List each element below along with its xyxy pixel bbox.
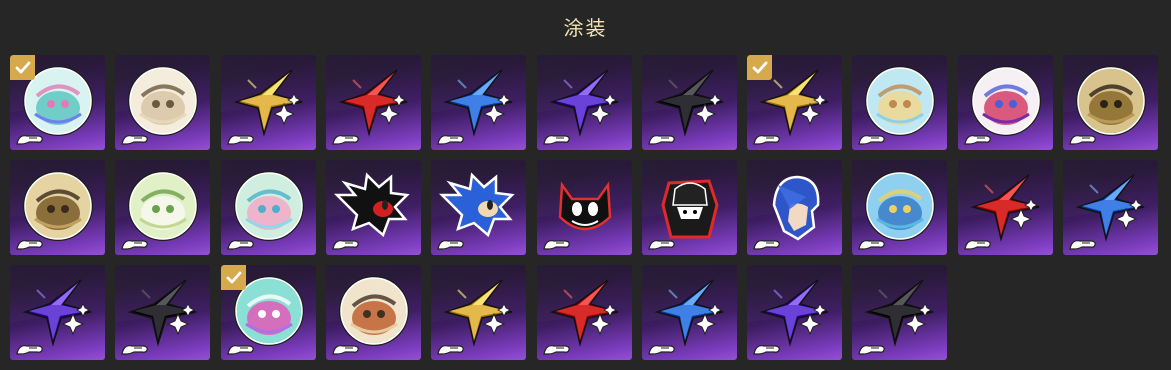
- skin-tile[interactable]: [326, 160, 421, 255]
- star-emblem-icon: [549, 69, 619, 137]
- swipe-gesture-icon: [16, 345, 43, 355]
- skin-tile[interactable]: [852, 265, 947, 360]
- swipe-gesture-icon: [332, 240, 359, 250]
- swipe-gesture-icon: [543, 240, 570, 250]
- skin-grid: [10, 55, 1168, 365]
- star-emblem-icon: [654, 69, 724, 137]
- selected-check-badge: [747, 55, 772, 80]
- swipe-gesture-icon: [437, 345, 464, 355]
- skin-tile[interactable]: [852, 55, 947, 150]
- star-emblem-icon: [864, 279, 934, 347]
- skin-tile[interactable]: [431, 265, 526, 360]
- star-emblem-icon: [654, 279, 724, 347]
- skin-tile[interactable]: [958, 55, 1053, 150]
- swipe-gesture-icon: [858, 345, 885, 355]
- skin-tile[interactable]: [10, 55, 105, 150]
- star-emblem-icon: [759, 279, 829, 347]
- swipe-gesture-icon: [227, 240, 254, 250]
- skin-tile[interactable]: [747, 160, 842, 255]
- skin-tile[interactable]: [115, 265, 210, 360]
- selected-check-badge: [221, 265, 246, 290]
- swipe-gesture-icon: [648, 135, 675, 145]
- swipe-gesture-icon: [964, 135, 991, 145]
- bronze-emblem-badge-icon: [1076, 66, 1146, 136]
- swipe-gesture-icon: [121, 345, 148, 355]
- skin-tile[interactable]: [10, 265, 105, 360]
- glass-eye-badge-icon: [234, 171, 304, 241]
- checkmark-icon: [15, 61, 30, 74]
- checkmark-icon: [752, 61, 767, 74]
- skin-tile[interactable]: [642, 55, 737, 150]
- swipe-gesture-icon: [332, 135, 359, 145]
- skin-tile[interactable]: [1063, 160, 1158, 255]
- swipe-gesture-icon: [332, 345, 359, 355]
- shadow-hedgehog-icon: [333, 172, 410, 238]
- skin-tile[interactable]: [221, 55, 316, 150]
- skin-tile[interactable]: [642, 265, 737, 360]
- blonde-chibi-badge-icon: [865, 66, 935, 136]
- skin-tile[interactable]: [10, 160, 105, 255]
- skin-tile[interactable]: [852, 160, 947, 255]
- masked-thief-icon: [661, 179, 719, 239]
- checkmark-icon: [226, 271, 241, 284]
- swipe-gesture-icon: [16, 135, 43, 145]
- star-emblem-icon: [1075, 174, 1145, 242]
- swipe-gesture-icon: [437, 135, 464, 145]
- swipe-gesture-icon: [121, 240, 148, 250]
- skin-tile[interactable]: [326, 265, 421, 360]
- skin-tile[interactable]: [115, 160, 210, 255]
- skin-tile[interactable]: [221, 160, 316, 255]
- comet-swirl-badge-icon: [971, 66, 1041, 136]
- swipe-gesture-icon: [543, 345, 570, 355]
- selected-check-badge: [10, 55, 35, 80]
- star-emblem-icon: [970, 174, 1040, 242]
- swipe-gesture-icon: [1069, 240, 1096, 250]
- swipe-gesture-icon: [753, 345, 780, 355]
- star-emblem-icon: [338, 69, 408, 137]
- green-white-cat-badge-icon: [128, 171, 198, 241]
- skin-tile[interactable]: [537, 265, 632, 360]
- swipe-gesture-icon: [1069, 135, 1096, 145]
- star-emblem-icon: [22, 279, 92, 347]
- skin-tile[interactable]: [431, 55, 526, 150]
- star-emblem-icon: [127, 279, 197, 347]
- skin-tile[interactable]: [958, 160, 1053, 255]
- swipe-gesture-icon: [121, 135, 148, 145]
- skin-tile[interactable]: [642, 160, 737, 255]
- sky-castle-badge-icon: [865, 171, 935, 241]
- swipe-gesture-icon: [227, 135, 254, 145]
- white-fox-badge-icon: [339, 276, 409, 346]
- skin-tile[interactable]: [537, 160, 632, 255]
- grin-cat-icon: [558, 181, 612, 231]
- skin-tile[interactable]: [431, 160, 526, 255]
- page-title: 涂装: [563, 16, 608, 40]
- swipe-gesture-icon: [753, 135, 780, 145]
- swipe-gesture-icon: [858, 135, 885, 145]
- bronze-wing-badge-icon: [23, 171, 93, 241]
- white-cat-badge-icon: [128, 66, 198, 136]
- swipe-gesture-icon: [648, 240, 675, 250]
- star-emblem-icon: [443, 69, 513, 137]
- swipe-gesture-icon: [648, 345, 675, 355]
- star-emblem-icon: [549, 279, 619, 347]
- swipe-gesture-icon: [858, 240, 885, 250]
- swipe-gesture-icon: [16, 240, 43, 250]
- swipe-gesture-icon: [543, 135, 570, 145]
- swipe-gesture-icon: [753, 240, 780, 250]
- skin-tile[interactable]: [115, 55, 210, 150]
- skin-tile[interactable]: [537, 55, 632, 150]
- star-emblem-icon: [233, 69, 303, 137]
- skin-tile[interactable]: [747, 265, 842, 360]
- blue-hair-icon: [772, 175, 820, 241]
- skin-tile[interactable]: [1063, 55, 1158, 150]
- star-emblem-icon: [443, 279, 513, 347]
- skin-tile[interactable]: [221, 265, 316, 360]
- blue-hedgehog-icon: [438, 172, 515, 238]
- skin-tile[interactable]: [326, 55, 421, 150]
- swipe-gesture-icon: [227, 345, 254, 355]
- skin-tile[interactable]: [747, 55, 842, 150]
- swipe-gesture-icon: [964, 240, 991, 250]
- swipe-gesture-icon: [437, 240, 464, 250]
